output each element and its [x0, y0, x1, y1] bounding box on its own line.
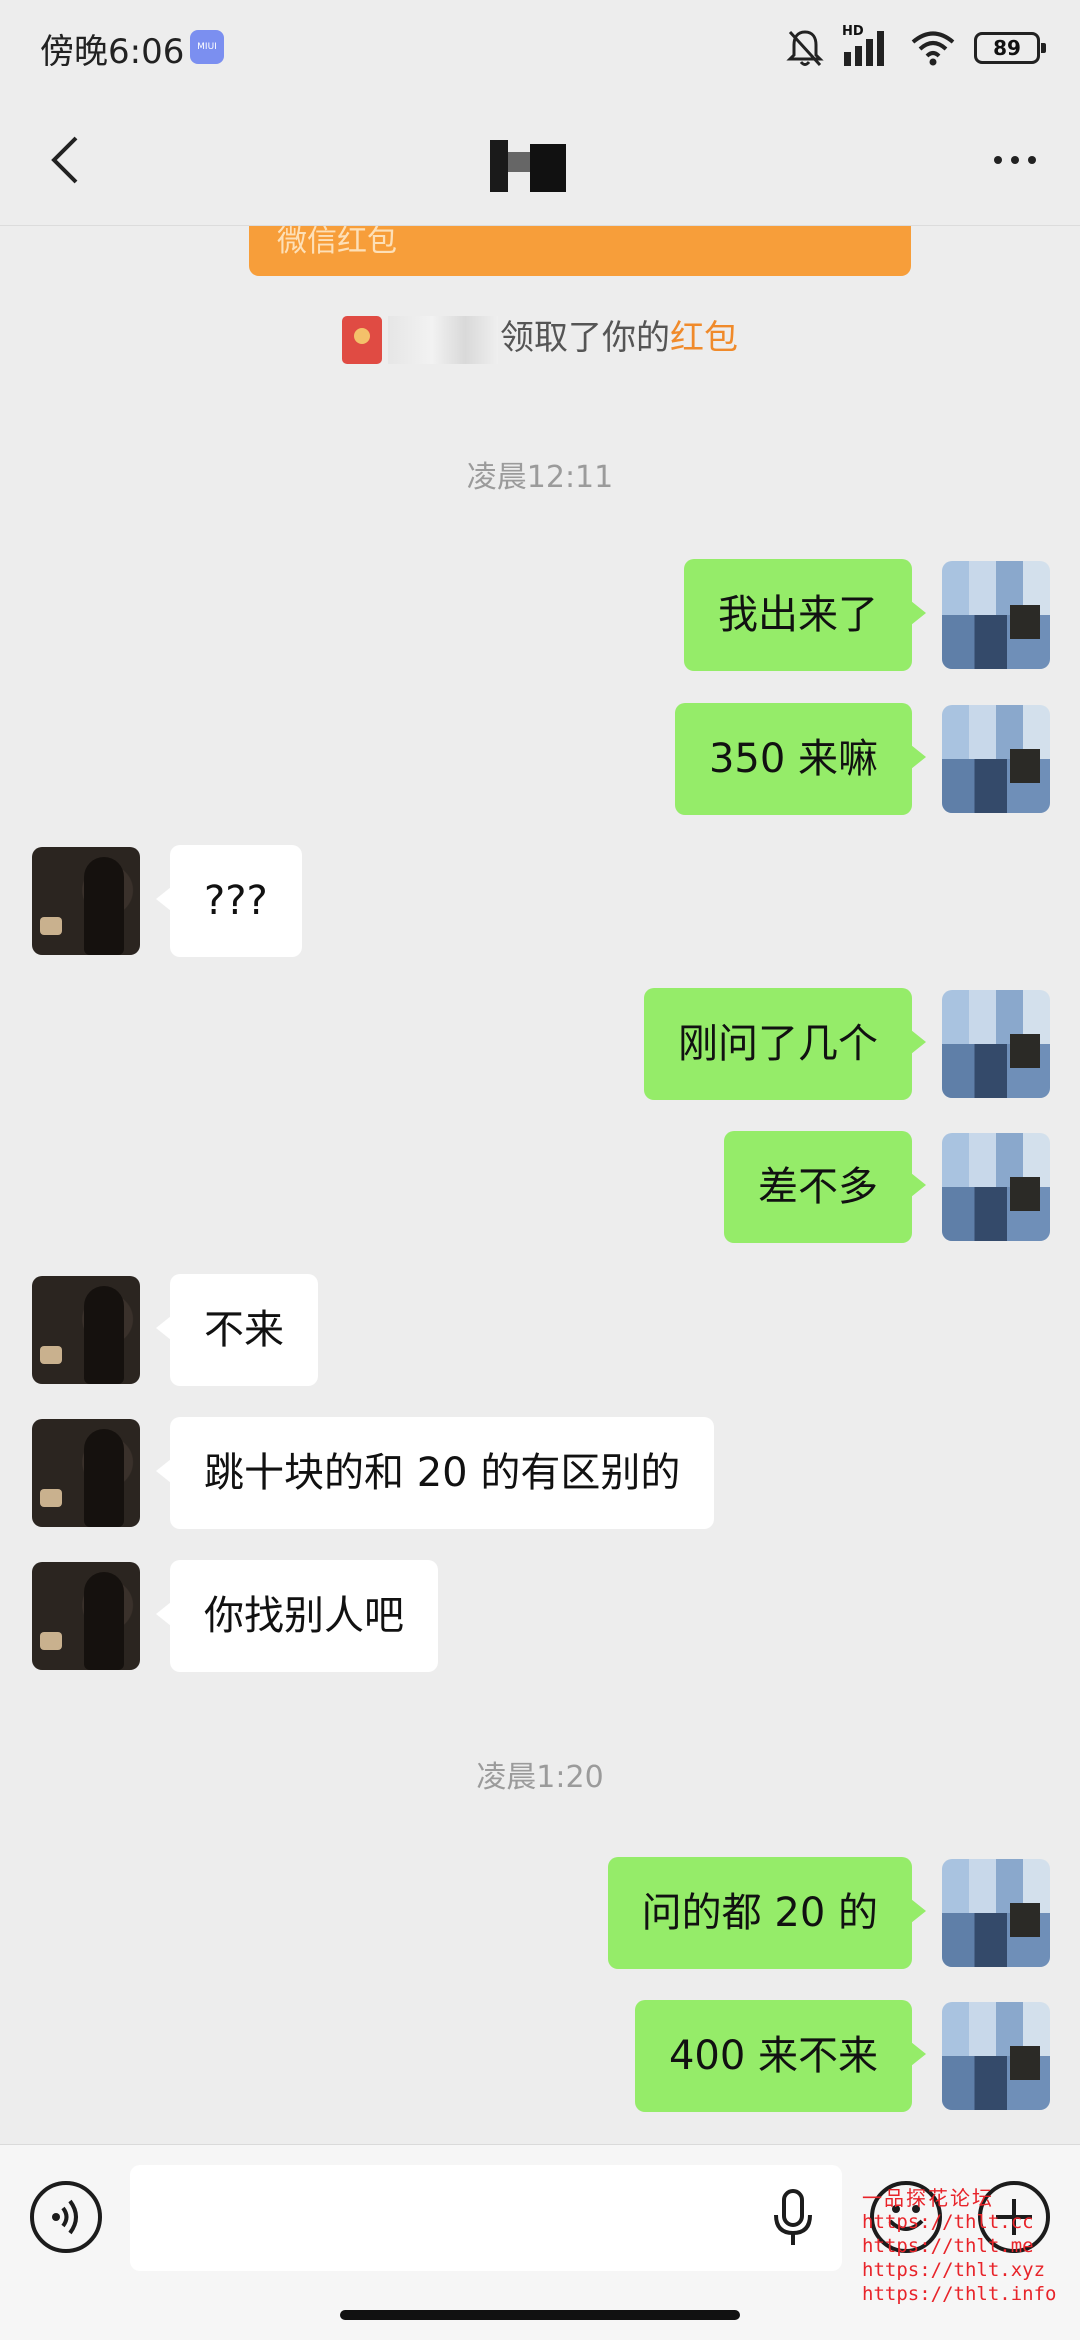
avatar[interactable]	[32, 1419, 140, 1527]
contact-name-redacted	[490, 140, 580, 192]
watermark-title: 一品探花论坛	[862, 2186, 994, 2210]
voice-button[interactable]	[30, 2181, 102, 2253]
notice-link[interactable]: 红包	[670, 318, 738, 358]
watermark: 一品探花论坛 https://thlt.cc https://thlt.me h…	[862, 2186, 1062, 2306]
message-row: 不来	[0, 1274, 318, 1386]
avatar[interactable]	[32, 1276, 140, 1384]
notice-text: 领取了你的	[500, 318, 670, 358]
message-bubble[interactable]: 差不多	[724, 1131, 926, 1243]
watermark-line: https://thlt.info	[862, 2283, 1057, 2305]
status-bar: 傍晚6:06 MIUI HD 89	[0, 0, 1080, 100]
status-time: 傍晚6:06	[40, 32, 185, 72]
redacted-name	[388, 315, 498, 364]
avatar[interactable]	[942, 1133, 1050, 1241]
avatar[interactable]	[942, 2002, 1050, 2110]
back-button[interactable]	[36, 130, 96, 190]
timestamp: 凌晨1:20	[476, 1760, 604, 1795]
message-row: 350 来嘛	[674, 703, 1080, 815]
watermark-line: https://thlt.me	[862, 2235, 1034, 2257]
more-dots-icon	[994, 156, 1002, 164]
message-row: 我出来了	[684, 559, 1080, 671]
message-row: ???	[0, 845, 302, 957]
timestamp: 凌晨12:11	[466, 460, 614, 495]
message-bubble[interactable]: 你找别人吧	[156, 1560, 438, 1672]
message-row: 跳十块的和 20 的有区别的	[0, 1417, 715, 1529]
home-indicator[interactable]	[340, 2310, 740, 2320]
message-input[interactable]	[130, 2165, 842, 2271]
voice-icon	[52, 2199, 78, 2235]
miui-badge: MIUI	[190, 30, 224, 64]
message-bubble[interactable]: 我出来了	[684, 559, 926, 671]
message-bubble[interactable]: 刚问了几个	[644, 988, 926, 1100]
message-bubble[interactable]: 问的都 20 的	[607, 1857, 927, 1969]
message-bubble[interactable]: ???	[156, 845, 302, 957]
message-bubble[interactable]: 不来	[156, 1274, 318, 1386]
status-icons: HD 89	[786, 24, 1046, 70]
avatar[interactable]	[942, 561, 1050, 669]
red-packet-icon	[342, 315, 382, 364]
message-row: 你找别人吧	[0, 1560, 438, 1672]
red-packet-notice: 领取了你的红包	[0, 310, 1080, 364]
avatar[interactable]	[942, 705, 1050, 813]
chevron-left-icon	[51, 136, 78, 184]
wifi-icon	[911, 31, 955, 66]
avatar[interactable]	[32, 847, 140, 955]
avatar[interactable]	[942, 1859, 1050, 1967]
message-row: 400 来不来	[634, 2000, 1080, 2112]
message-bubble[interactable]: 350 来嘛	[674, 703, 927, 815]
message-row: 刚问了几个	[644, 988, 1080, 1100]
watermark-line: https://thlt.xyz	[862, 2259, 1046, 2281]
message-bubble[interactable]: 400 来不来	[634, 2000, 927, 2112]
battery-icon: 89	[974, 32, 1046, 64]
message-row: 问的都 20 的	[607, 1857, 1080, 1969]
avatar[interactable]	[32, 1562, 140, 1670]
more-button[interactable]	[980, 140, 1050, 180]
message-bubble[interactable]: 跳十块的和 20 的有区别的	[155, 1417, 715, 1529]
watermark-line: https://thlt.cc	[862, 2211, 1034, 2233]
mute-bell-icon	[786, 30, 824, 67]
message-row: 差不多	[724, 1131, 1080, 1243]
chat-header	[0, 100, 1080, 226]
mic-icon[interactable]	[770, 2187, 816, 2249]
avatar[interactable]	[942, 990, 1050, 1098]
signal-icon: HD	[842, 24, 892, 68]
